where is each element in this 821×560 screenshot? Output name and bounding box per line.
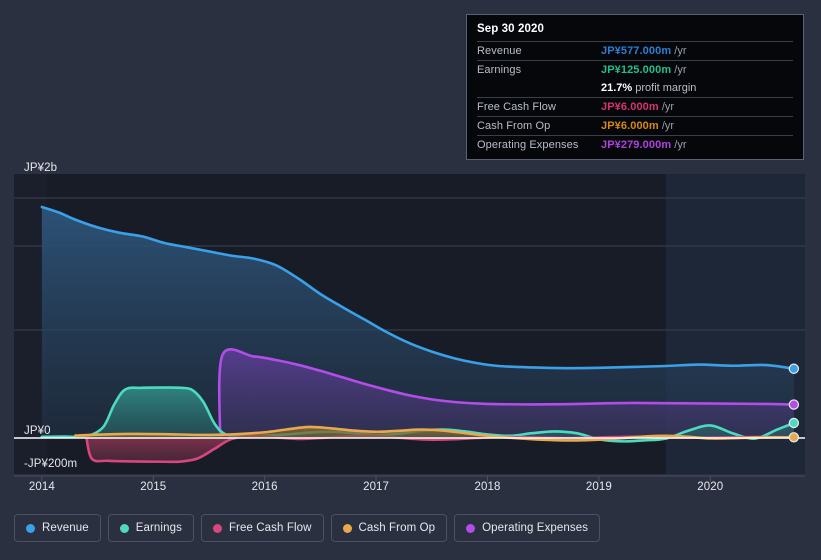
tooltip-row-label: Earnings [477, 64, 522, 76]
tooltip-row-amount: JP¥125.000m [601, 64, 672, 76]
legend-item-label: Earnings [135, 522, 182, 534]
x-axis-label: 2018 [474, 481, 501, 493]
legend-item-operating-expenses[interactable]: Operating Expenses [454, 514, 601, 542]
tooltip-row: Cash From Op JP¥6.000m /yr [477, 116, 793, 136]
x-axis-label: 2017 [363, 481, 390, 493]
x-axis-label: 2014 [28, 481, 55, 493]
tooltip-profit-margin-spacer [477, 79, 601, 98]
y-axis-label: -JP¥200m [24, 458, 78, 470]
tooltip-row-unit: /yr [671, 64, 687, 76]
tooltip-row: Earnings JP¥125.000m /yr [477, 60, 793, 80]
tooltip-row-amount: JP¥6.000m [601, 120, 659, 132]
tooltip-profit-margin-row: 21.7% profit margin [477, 79, 793, 98]
tooltip-row: Free Cash Flow JP¥6.000m /yr [477, 97, 793, 117]
y-axis-label: JP¥0 [24, 425, 51, 437]
legend-color-dot-icon [342, 523, 352, 533]
legend-color-dot-icon [26, 523, 35, 533]
tooltip-row-value: JP¥6.000m /yr [601, 98, 793, 117]
profit-margin-percent: 21.7% [601, 82, 633, 94]
chart-tooltip: Sep 30 2020 Revenue JP¥577.000m /yr Earnin… [466, 14, 804, 160]
tooltip-row-label: Free Cash Flow [477, 101, 557, 113]
legend-item-label: Free Cash Flow [228, 522, 312, 534]
tooltip-row-value: JP¥577.000m /yr [601, 42, 793, 61]
tooltip-table: Revenue JP¥577.000m /yr Earnings JP¥125.000… [477, 41, 793, 154]
tooltip-date: Sep 30 2020 [477, 23, 544, 35]
series-end-dot[interactable] [788, 363, 800, 374]
tooltip-row-label: Cash From Op [477, 120, 551, 132]
chart-page: JP¥2b JP¥0 -JP¥200m 2014 2015 2016 2017 2018 20… [0, 0, 821, 560]
chart-legend[interactable]: Revenue Earnings Free Cash Flow Cash From O… [14, 514, 601, 542]
legend-color-dot-icon [466, 523, 476, 533]
tooltip-row-value: JP¥6.000m /yr [601, 117, 793, 136]
legend-item-earnings[interactable]: Earnings [107, 514, 194, 542]
legend-color-dot-icon [212, 523, 222, 533]
tooltip-profit-margin-value: 21.7% profit margin [601, 79, 793, 98]
x-axis-label: 2015 [140, 481, 167, 493]
legend-item-free-cash-flow[interactable]: Free Cash Flow [200, 514, 324, 542]
x-axis-label: 2020 [697, 481, 724, 493]
legend-item-label: Revenue [42, 522, 89, 534]
tooltip-row-unit: /yr [658, 120, 675, 132]
tooltip-row-unit: /yr [658, 101, 675, 113]
series-end-dot[interactable] [788, 432, 800, 443]
tooltip-row-amount: JP¥279.000m [601, 139, 672, 151]
series-end-dot[interactable] [788, 417, 800, 429]
series-end-dot[interactable] [788, 399, 800, 410]
y-axis-label: JP¥2b [24, 162, 58, 174]
tooltip-row-amount: JP¥577.000m [601, 45, 672, 57]
x-axis-label: 2016 [251, 481, 278, 493]
legend-item-revenue[interactable]: Revenue [14, 514, 101, 542]
tooltip-row-unit: /yr [671, 45, 687, 57]
tooltip-row-label: Operating Expenses [477, 139, 579, 151]
tooltip-row-unit: /yr [671, 139, 687, 151]
x-axis-label: 2019 [585, 481, 612, 493]
tooltip-row-value: JP¥125.000m /yr [601, 61, 793, 80]
tooltip-row: Revenue JP¥577.000m /yr [477, 41, 793, 61]
legend-color-dot-icon [119, 523, 129, 533]
legend-item-cash-from-op[interactable]: Cash From Op [330, 514, 448, 542]
legend-item-label: Cash From Op [358, 522, 436, 534]
tooltip-row-amount: JP¥6.000m [601, 101, 659, 113]
profit-margin-label: profit margin [632, 82, 697, 94]
tooltip-row-label: Revenue [477, 45, 522, 57]
tooltip-row-value: JP¥279.000m /yr [601, 136, 793, 155]
tooltip-row: Operating Expenses JP¥279.000m /yr [477, 135, 793, 155]
legend-item-label: Operating Expenses [482, 522, 589, 534]
